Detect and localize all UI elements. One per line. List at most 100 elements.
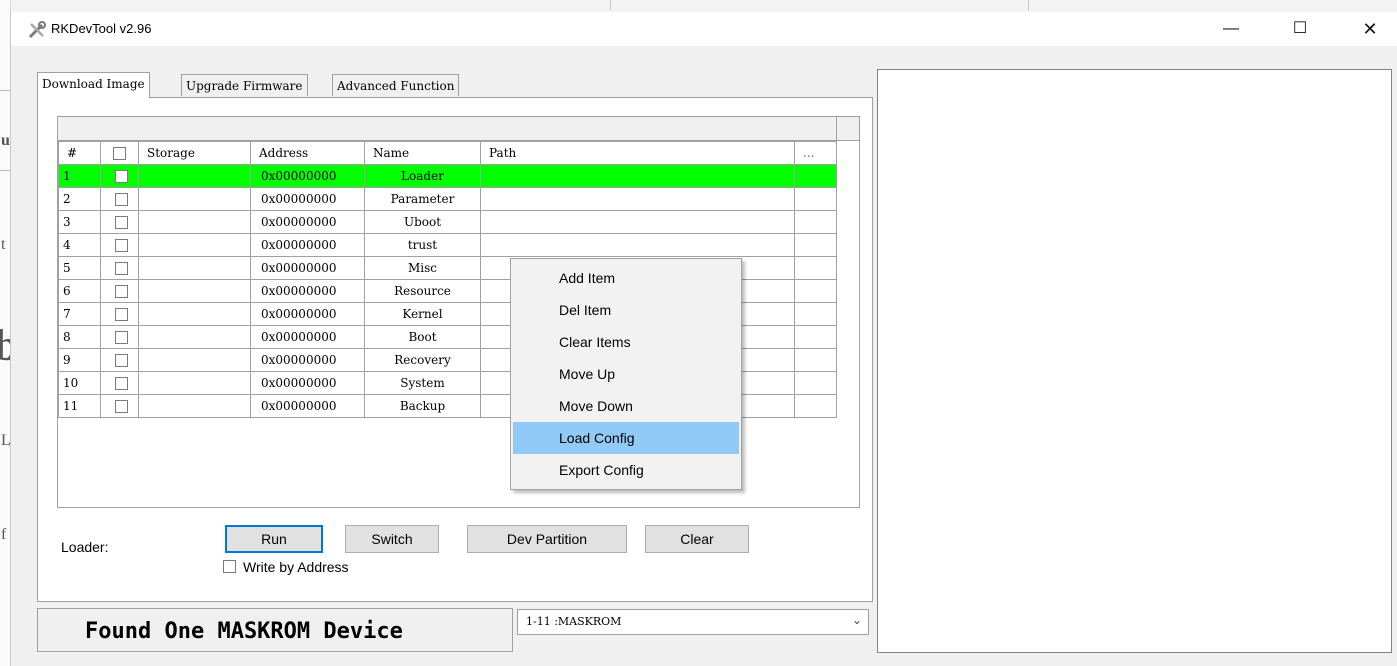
row-number[interactable]: 11 bbox=[58, 394, 101, 418]
row-name[interactable]: System bbox=[364, 371, 481, 395]
tab-download-image[interactable]: Download Image bbox=[37, 72, 150, 98]
write-by-address-checkbox[interactable] bbox=[223, 560, 236, 573]
row-address[interactable]: 0x00000000 bbox=[250, 164, 365, 188]
row-browse[interactable] bbox=[794, 371, 837, 395]
row-storage[interactable] bbox=[138, 302, 251, 326]
row-select-cell[interactable] bbox=[100, 210, 139, 234]
row-number[interactable]: 4 bbox=[58, 233, 101, 257]
row-address[interactable]: 0x00000000 bbox=[250, 210, 365, 234]
row-select-cell[interactable] bbox=[100, 394, 139, 418]
row-address[interactable]: 0x00000000 bbox=[250, 371, 365, 395]
menu-item-export-config[interactable]: Export Config bbox=[513, 454, 739, 486]
col-header-storage[interactable]: Storage bbox=[138, 141, 251, 165]
row-address[interactable]: 0x00000000 bbox=[250, 394, 365, 418]
tab-advanced-function[interactable]: Advanced Function bbox=[332, 74, 460, 96]
row-select-cell[interactable] bbox=[100, 187, 139, 211]
row-select-cell[interactable] bbox=[100, 371, 139, 395]
row-checkbox[interactable] bbox=[115, 308, 128, 321]
dev-partition-button[interactable]: Dev Partition bbox=[467, 525, 627, 553]
row-checkbox[interactable] bbox=[115, 193, 128, 206]
col-header-browse[interactable]: ... bbox=[794, 141, 837, 165]
row-storage[interactable] bbox=[138, 279, 251, 303]
col-header-select[interactable] bbox=[100, 141, 139, 165]
row-name[interactable]: Kernel bbox=[364, 302, 481, 326]
row-number[interactable]: 10 bbox=[58, 371, 101, 395]
title-bar[interactable]: RKDevTool v2.96 — ☐ ✕ bbox=[11, 12, 1397, 46]
row-checkbox[interactable] bbox=[115, 285, 128, 298]
row-name[interactable]: Parameter bbox=[364, 187, 481, 211]
row-number[interactable]: 7 bbox=[58, 302, 101, 326]
minimize-button[interactable]: — bbox=[1208, 12, 1254, 46]
row-select-cell[interactable] bbox=[100, 233, 139, 257]
col-header-name[interactable]: Name bbox=[364, 141, 481, 165]
row-name[interactable]: Recovery bbox=[364, 348, 481, 372]
row-address[interactable]: 0x00000000 bbox=[250, 279, 365, 303]
row-number[interactable]: 8 bbox=[58, 325, 101, 349]
row-browse[interactable] bbox=[794, 187, 837, 211]
table-row[interactable]: 4 0x00000000 trust bbox=[58, 233, 837, 257]
menu-item-add-item[interactable]: Add Item bbox=[513, 262, 739, 294]
row-storage[interactable] bbox=[138, 325, 251, 349]
row-browse[interactable] bbox=[794, 325, 837, 349]
chevron-down-icon[interactable]: ⌄ bbox=[852, 613, 862, 627]
row-address[interactable]: 0x00000000 bbox=[250, 325, 365, 349]
row-address[interactable]: 0x00000000 bbox=[250, 348, 365, 372]
row-checkbox[interactable] bbox=[115, 377, 128, 390]
row-path[interactable] bbox=[480, 233, 795, 257]
row-browse[interactable] bbox=[794, 279, 837, 303]
menu-item-load-config[interactable]: Load Config bbox=[513, 422, 739, 454]
row-checkbox[interactable] bbox=[115, 239, 128, 252]
run-button[interactable]: Run bbox=[225, 525, 323, 553]
row-address[interactable]: 0x00000000 bbox=[250, 187, 365, 211]
device-select[interactable]: 1-11 :MASKROM ⌄ bbox=[517, 609, 869, 635]
select-all-checkbox[interactable] bbox=[113, 147, 126, 160]
row-name[interactable]: Boot bbox=[364, 325, 481, 349]
row-name[interactable]: Misc bbox=[364, 256, 481, 280]
table-row[interactable]: 2 0x00000000 Parameter bbox=[58, 187, 837, 211]
menu-item-move-down[interactable]: Move Down bbox=[513, 390, 739, 422]
row-name[interactable]: Resource bbox=[364, 279, 481, 303]
row-browse[interactable] bbox=[794, 210, 837, 234]
row-number[interactable]: 3 bbox=[58, 210, 101, 234]
row-select-cell[interactable] bbox=[100, 325, 139, 349]
col-header-path[interactable]: Path bbox=[480, 141, 795, 165]
menu-item-del-item[interactable]: Del Item bbox=[513, 294, 739, 326]
row-select-cell[interactable] bbox=[100, 164, 139, 188]
close-button[interactable]: ✕ bbox=[1347, 12, 1393, 46]
row-checkbox[interactable] bbox=[115, 331, 128, 344]
row-path[interactable] bbox=[480, 187, 795, 211]
row-storage[interactable] bbox=[138, 233, 251, 257]
row-address[interactable]: 0x00000000 bbox=[250, 233, 365, 257]
row-storage[interactable] bbox=[138, 348, 251, 372]
row-checkbox[interactable] bbox=[115, 170, 128, 183]
tab-upgrade-firmware[interactable]: Upgrade Firmware bbox=[181, 74, 308, 96]
menu-item-move-up[interactable]: Move Up bbox=[513, 358, 739, 390]
row-name[interactable]: Loader bbox=[364, 164, 481, 188]
row-browse[interactable] bbox=[794, 164, 837, 188]
write-by-address-label[interactable]: Write by Address bbox=[243, 559, 349, 575]
row-address[interactable]: 0x00000000 bbox=[250, 302, 365, 326]
row-path[interactable] bbox=[480, 164, 795, 188]
log-output-panel[interactable] bbox=[877, 69, 1392, 653]
col-header-address[interactable]: Address bbox=[250, 141, 365, 165]
row-name[interactable]: trust bbox=[364, 233, 481, 257]
maximize-button[interactable]: ☐ bbox=[1277, 12, 1323, 46]
row-storage[interactable] bbox=[138, 187, 251, 211]
row-number[interactable]: 1 bbox=[58, 164, 101, 188]
row-number[interactable]: 9 bbox=[58, 348, 101, 372]
row-storage[interactable] bbox=[138, 210, 251, 234]
switch-button[interactable]: Switch bbox=[345, 525, 439, 553]
row-number[interactable]: 6 bbox=[58, 279, 101, 303]
row-select-cell[interactable] bbox=[100, 302, 139, 326]
row-browse[interactable] bbox=[794, 348, 837, 372]
row-number[interactable]: 5 bbox=[58, 256, 101, 280]
row-name[interactable]: Backup bbox=[364, 394, 481, 418]
row-address[interactable]: 0x00000000 bbox=[250, 256, 365, 280]
row-name[interactable]: Uboot bbox=[364, 210, 481, 234]
row-number[interactable]: 2 bbox=[58, 187, 101, 211]
row-select-cell[interactable] bbox=[100, 348, 139, 372]
menu-item-clear-items[interactable]: Clear Items bbox=[513, 326, 739, 358]
table-row[interactable]: 1 0x00000000 Loader bbox=[58, 164, 837, 188]
row-select-cell[interactable] bbox=[100, 256, 139, 280]
row-checkbox[interactable] bbox=[115, 400, 128, 413]
